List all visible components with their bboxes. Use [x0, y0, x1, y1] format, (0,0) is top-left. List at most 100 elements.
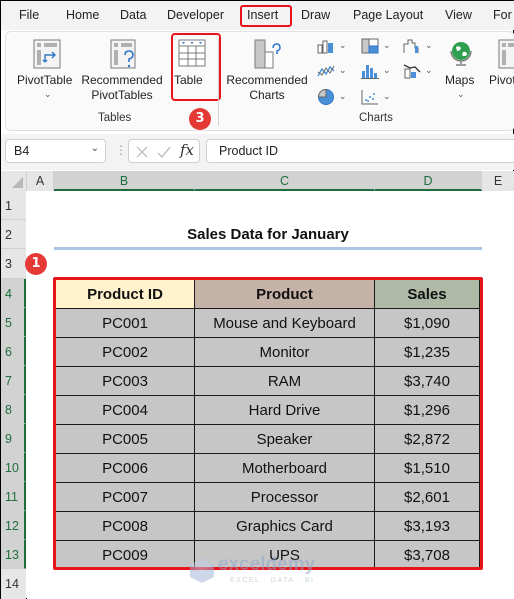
chevron-down-icon[interactable]: ⌄	[339, 40, 347, 51]
tab-draw[interactable]: Draw	[301, 8, 330, 22]
recommended-pivottables-label: Recommended PivotTables	[80, 73, 164, 103]
pivottable-icon	[33, 39, 61, 69]
cell-sales[interactable]: $1,296	[374, 395, 480, 425]
row-header-2[interactable]: 2	[1, 220, 26, 249]
cell-sales[interactable]: $2,872	[374, 424, 480, 454]
cell-sales[interactable]: $3,193	[374, 511, 480, 541]
cell-product[interactable]: Motherboard	[194, 453, 375, 483]
recommended-charts-label: Recommended Charts	[224, 73, 310, 103]
row-header-14[interactable]: 14	[1, 569, 26, 599]
tab-view[interactable]: View	[445, 8, 472, 22]
title-underline	[54, 247, 482, 250]
row-header-8[interactable]: 8	[1, 395, 26, 424]
row-header-11[interactable]: 11	[1, 482, 26, 511]
chevron-down-icon[interactable]: ⌄	[339, 91, 347, 102]
row-header-9[interactable]: 9	[1, 424, 26, 453]
header-product[interactable]: Product	[194, 279, 375, 309]
row-header-7[interactable]: 7	[1, 366, 26, 395]
watermark-tagline: EXCEL · DATA · BI	[230, 577, 315, 584]
chevron-down-icon: ⌄	[44, 89, 52, 99]
cell-product[interactable]: Processor	[194, 482, 375, 512]
cell-product-id[interactable]: PC007	[55, 482, 195, 512]
cell-sales[interactable]: $1,510	[374, 453, 480, 483]
label-line-2: Charts	[249, 88, 285, 102]
group-separator	[218, 38, 219, 126]
enter-icon[interactable]	[157, 145, 171, 159]
cell-product-id[interactable]: PC006	[55, 453, 195, 483]
statistic-chart-icon[interactable]	[361, 63, 379, 79]
column-header-c[interactable]: C	[195, 171, 375, 191]
chevron-down-icon[interactable]: ⌄	[425, 40, 433, 51]
scatter-chart-icon[interactable]	[361, 89, 379, 105]
header-product-id[interactable]: Product ID	[55, 279, 195, 309]
row-header-5[interactable]: 5	[1, 308, 26, 337]
cell-product-id[interactable]: PC002	[55, 337, 195, 367]
cell-product-id[interactable]: PC001	[55, 308, 195, 338]
waterfall-chart-icon[interactable]	[403, 38, 421, 54]
cell-product-id[interactable]: PC003	[55, 366, 195, 396]
row-header-4[interactable]: 4	[1, 279, 26, 308]
chevron-down-icon[interactable]: ⌄	[91, 143, 99, 154]
table-header-row: Product ID Product Sales	[55, 279, 480, 309]
cell-product[interactable]: Hard Drive	[194, 395, 375, 425]
row-header-12[interactable]: 12	[1, 511, 26, 540]
cell-sales[interactable]: $2,601	[374, 482, 480, 512]
header-sales[interactable]: Sales	[374, 279, 480, 309]
chevron-down-icon[interactable]: ⌄	[383, 65, 391, 76]
tab-home[interactable]: Home	[66, 8, 99, 22]
cell-product[interactable]: Graphics Card	[194, 511, 375, 541]
tab-formulas[interactable]: For	[493, 8, 512, 22]
sheet-title[interactable]: Sales Data for January	[54, 226, 482, 243]
chevron-down-icon[interactable]: ⌄	[425, 65, 433, 76]
cell-sales[interactable]: $1,090	[374, 308, 480, 338]
formula-input[interactable]: Product ID	[206, 139, 514, 163]
watermark-name: exceldemy	[218, 554, 316, 575]
select-all-button[interactable]	[1, 171, 27, 191]
maps-label: Maps	[445, 73, 475, 87]
cell-sales[interactable]: $3,740	[374, 366, 480, 396]
table-button-highlight	[171, 33, 221, 101]
more-icon: ⋮	[115, 143, 127, 157]
chevron-down-icon[interactable]: ⌄	[383, 91, 391, 102]
line-chart-icon[interactable]	[317, 64, 335, 78]
cell-product-id[interactable]: PC009	[55, 540, 195, 570]
tab-page-layout[interactable]: Page Layout	[353, 8, 423, 22]
pivottable-label: PivotTable	[17, 73, 73, 87]
pie-chart-icon[interactable]	[317, 88, 335, 106]
cell-product-id[interactable]: PC004	[55, 395, 195, 425]
column-header-e[interactable]: E	[482, 171, 514, 191]
cell-product-id[interactable]: PC005	[55, 424, 195, 454]
column-header-a[interactable]: A	[27, 171, 54, 191]
row-header-10[interactable]: 10	[1, 453, 26, 482]
table-row: PC008 Graphics Card $3,193	[55, 511, 480, 541]
recommended-charts-icon	[254, 39, 281, 69]
cell-product[interactable]: Speaker	[194, 424, 375, 454]
chevron-down-icon[interactable]: ⌄	[383, 40, 391, 51]
insert-function-icon[interactable]: fx	[180, 141, 194, 159]
name-box[interactable]: B4 ⌄	[5, 139, 106, 163]
column-header-d[interactable]: D	[375, 171, 482, 191]
step-badge-3: 3	[189, 108, 211, 130]
column-header-b[interactable]: B	[54, 171, 195, 191]
charts-group-label: Charts	[359, 112, 393, 124]
row-header-3[interactable]: 3	[1, 249, 26, 279]
cell-product-id[interactable]: PC008	[55, 511, 195, 541]
cancel-icon[interactable]	[135, 145, 149, 159]
row-header-6[interactable]: 6	[1, 337, 26, 366]
row-header-13[interactable]: 13	[1, 540, 26, 569]
combo-chart-icon[interactable]	[403, 63, 421, 79]
tab-file[interactable]: File	[19, 8, 39, 22]
row-header-1[interactable]: 1	[1, 191, 26, 220]
hierarchy-chart-icon[interactable]	[361, 38, 379, 54]
cell-sales[interactable]: $1,235	[374, 337, 480, 367]
table-row: PC002 Monitor $1,235	[55, 337, 480, 367]
cell-sales[interactable]: $3,708	[374, 540, 480, 570]
cell-product[interactable]: Mouse and Keyboard	[194, 308, 375, 338]
column-chart-icon[interactable]	[317, 38, 335, 54]
tab-developer[interactable]: Developer	[167, 8, 224, 22]
cell-product[interactable]: RAM	[194, 366, 375, 396]
chevron-down-icon[interactable]: ⌄	[339, 65, 347, 76]
table-row: PC003 RAM $3,740	[55, 366, 480, 396]
cell-product[interactable]: Monitor	[194, 337, 375, 367]
tab-data[interactable]: Data	[120, 8, 146, 22]
